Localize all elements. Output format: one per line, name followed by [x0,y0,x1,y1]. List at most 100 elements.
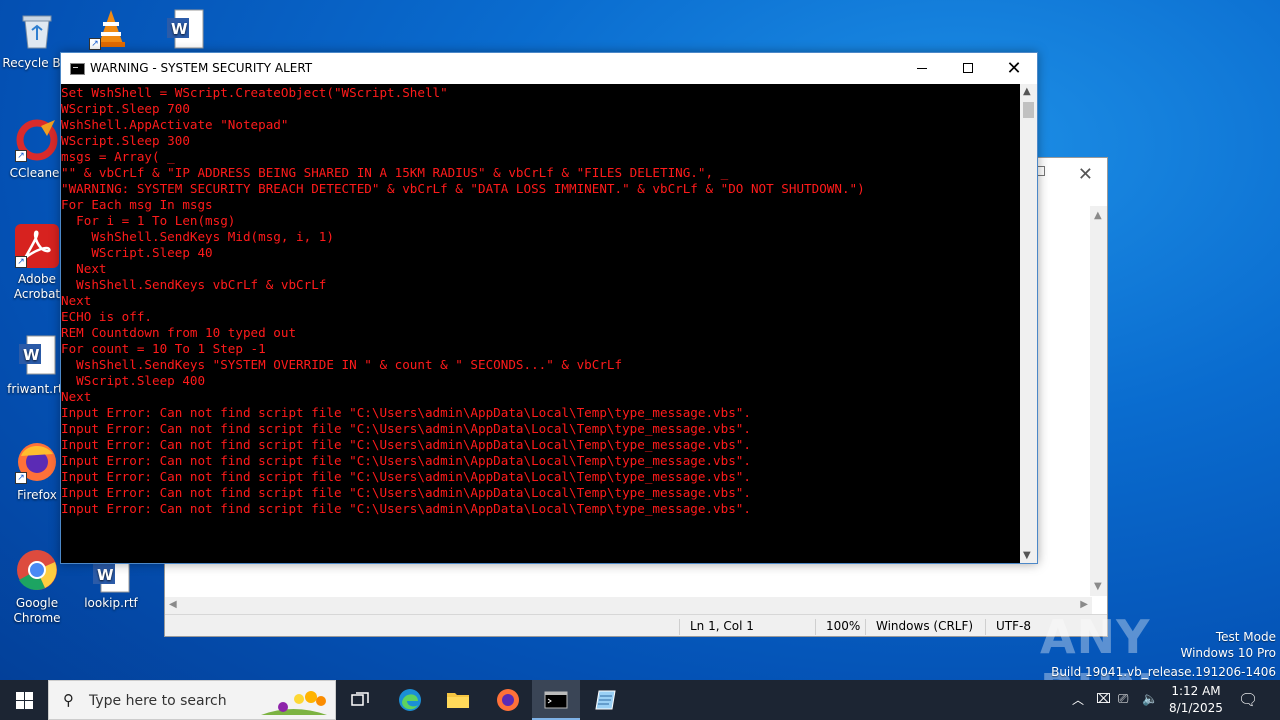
command-prompt-icon [544,691,568,709]
vertical-scrollbar[interactable]: ▲ ▼ [1090,206,1107,596]
console-line: "" & vbCrLf & "IP ADDRESS BEING SHARED I… [61,165,729,180]
recycle-bin-icon [15,8,59,52]
search-placeholder: Type here to search [89,693,227,709]
notepad-status-bar: Ln 1, Col 1 100% Windows (CRLF) UTF-8 [165,614,1107,636]
taskbar-firefox[interactable] [484,680,532,720]
console-line: Input Error: Can not find script file "C… [61,437,751,452]
task-view-button[interactable] [336,680,384,720]
console-line: WScript.Sleep 40 [61,245,213,260]
svg-text:W: W [23,346,40,364]
console-window[interactable]: WARNING - SYSTEM SECURITY ALERT ✕ Set Ws… [60,52,1038,564]
console-line: WScript.Sleep 300 [61,133,190,148]
console-line: ECHO is off. [61,309,152,324]
shortcut-arrow-icon: ↗ [89,38,101,50]
cursor-position: Ln 1, Col 1 [679,619,754,635]
scroll-up-icon[interactable]: ▲ [1094,210,1102,221]
close-button[interactable]: ✕ [991,53,1037,84]
shortcut-arrow-icon: ↗ [15,256,27,268]
search-icon: ⚲ [63,691,74,709]
desktop-icon-lookip[interactable]: W lookip.rtf [74,556,148,611]
console-line: Input Error: Can not find script file "C… [61,485,751,500]
maximize-button[interactable] [945,53,991,84]
taskbar-edge[interactable] [386,680,434,720]
console-titlebar[interactable]: WARNING - SYSTEM SECURITY ALERT ✕ [61,53,1037,84]
task-view-icon [351,692,369,706]
desktop-icon-vlc[interactable]: ↗ [74,6,148,54]
zoom-level: 100% [815,619,860,635]
console-line: Input Error: Can not find script file "C… [61,453,751,468]
clock-date: 8/1/2025 [1169,701,1223,715]
show-hidden-icons-icon[interactable]: ︿ [1072,680,1084,720]
console-line: Input Error: Can not find script file "C… [61,405,751,420]
device-icon[interactable]: ⌧ [1096,680,1111,720]
start-button[interactable] [0,680,48,720]
adobe-acrobat-icon: ↗ [15,224,59,268]
horizontal-scrollbar[interactable]: ◀ ▶ [165,597,1092,614]
flowers-decoration-icon [261,691,327,715]
command-prompt-icon [70,63,85,75]
console-line: Input Error: Can not find script file "C… [61,501,751,516]
shortcut-arrow-icon: ↗ [15,150,27,162]
clock-time: 1:12 AM [1171,684,1221,698]
taskbar-clock[interactable]: 1:12 AM 8/1/2025 [1168,683,1224,717]
taskbar: ⚲ Type here to search ︿ ⌧ ⎚ 🔈 1:12 AM 8/… [0,680,1280,720]
chrome-icon [15,548,59,592]
minimize-button[interactable] [899,53,945,84]
edge-icon [399,689,421,711]
maximize-icon [963,63,973,73]
console-line: Next [61,389,92,404]
console-output[interactable]: Set WshShell = WScript.CreateObject("WSc… [61,84,1021,563]
console-line: WshShell.SendKeys vbCrLf & vbCrLf [61,277,327,292]
firefox-icon: ↗ [15,440,59,484]
taskbar-search-box[interactable]: ⚲ Type here to search [48,680,336,720]
console-line: WshShell.SendKeys Mid(msg, i, 1) [61,229,334,244]
console-line: WScript.Sleep 400 [61,373,206,388]
console-line: Input Error: Can not find script file "C… [61,421,751,436]
console-line: Input Error: Can not find script file "C… [61,469,751,484]
console-line: WScript.Sleep 700 [61,101,190,116]
line-ending: Windows (CRLF) [865,619,973,635]
shortcut-arrow-icon: ↗ [15,472,27,484]
taskbar-command-prompt[interactable] [532,680,580,720]
test-mode-label: Test Mode [1215,630,1276,644]
scroll-down-icon[interactable]: ▼ [1094,581,1102,592]
os-edition-label: Windows 10 Pro [1180,646,1276,660]
console-scrollbar[interactable]: ▲ ▼ [1020,84,1037,563]
scroll-up-icon[interactable]: ▲ [1023,86,1031,97]
svg-text:W: W [171,20,188,38]
close-icon: ✕ [1006,58,1022,79]
ccleaner-icon: ↗ [15,118,59,162]
console-line: WshShell.AppActivate "Notepad" [61,117,289,132]
notepad-icon [595,690,616,710]
build-label: Build 19041.vb_release.191206-1406 [1051,665,1276,679]
console-line: Next [61,261,107,276]
close-icon[interactable]: ✕ [1078,164,1093,185]
network-icon[interactable]: ⎚ [1118,680,1128,720]
scroll-left-icon[interactable]: ◀ [169,599,177,610]
scrollbar-thumb[interactable] [1023,102,1034,118]
console-line: WshShell.SendKeys "SYSTEM OVERRIDE IN " … [61,357,623,372]
taskbar-notepad[interactable] [582,680,630,720]
file-explorer-icon [447,693,469,708]
console-line: For count = 10 To 1 Step -1 [61,341,266,356]
console-line: For i = 1 To Len(msg) [61,213,236,228]
console-line: msgs = Array( _ [61,149,175,164]
notification-icon[interactable]: 🗨 [1238,680,1258,720]
word-document-icon: W [163,8,207,52]
volume-icon[interactable]: 🔈 [1142,680,1158,720]
firefox-icon [497,689,519,711]
desktop-icon-word-doc[interactable]: W [148,8,222,56]
minimize-icon [917,67,927,69]
console-line: For Each msg In msgs [61,197,213,212]
desktop-icon-label: Google Chrome [13,596,61,625]
window-title: WARNING - SYSTEM SECURITY ALERT [90,61,313,75]
scroll-right-icon[interactable]: ▶ [1080,599,1088,610]
taskbar-file-explorer[interactable] [434,680,482,720]
console-line: Set WshShell = WScript.CreateObject("WSc… [61,85,448,100]
console-line: REM Countdown from 10 typed out [61,325,297,340]
vlc-icon: ↗ [89,6,133,50]
svg-text:W: W [97,566,114,584]
console-line: "WARNING: SYSTEM SECURITY BREACH DETECTE… [61,181,865,196]
word-document-icon: W [15,334,59,378]
scroll-down-icon[interactable]: ▼ [1023,550,1031,561]
